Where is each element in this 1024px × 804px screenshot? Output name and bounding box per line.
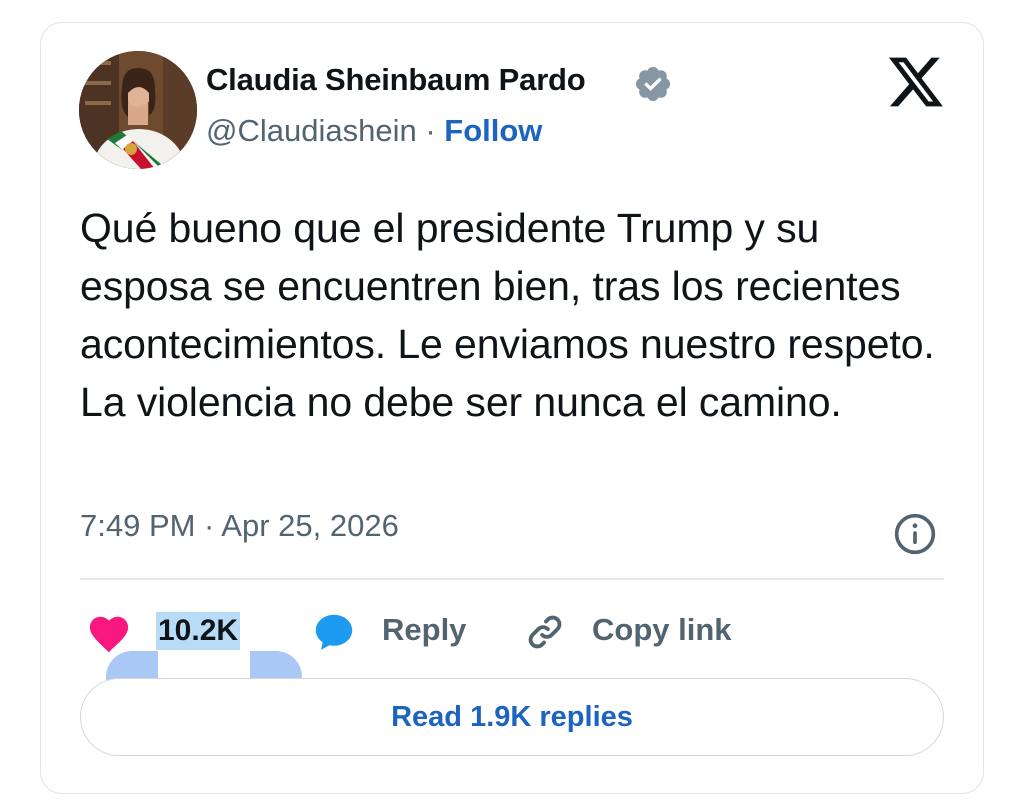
info-icon[interactable]: [893, 512, 937, 556]
verified-badge-icon: [635, 66, 671, 102]
read-replies-button[interactable]: Read 1.9K replies: [80, 678, 944, 756]
copy-link-button[interactable]: Copy link: [592, 612, 732, 648]
tweet-text: Qué bueno que el presidente Trump y su e…: [80, 205, 935, 425]
tweet-timestamp[interactable]: 7:49 PM · Apr 25, 2026: [80, 508, 399, 544]
heart-icon[interactable]: [86, 611, 132, 653]
divider: [80, 578, 944, 580]
handle-separator: ·: [416, 113, 445, 148]
reply-button[interactable]: Reply: [382, 612, 466, 648]
profile-photo: [79, 51, 197, 169]
follow-button[interactable]: Follow: [444, 113, 542, 148]
handle-row: @Claudiashein · Follow: [206, 113, 542, 149]
reply-bubble-icon[interactable]: [311, 609, 357, 655]
author-name[interactable]: Claudia Sheinbaum Pardo: [206, 62, 586, 98]
link-icon[interactable]: [522, 609, 568, 655]
avatar[interactable]: [79, 51, 197, 169]
like-count[interactable]: 10.2K: [156, 612, 241, 650]
author-handle[interactable]: @Claudiashein: [206, 113, 417, 148]
x-logo-icon[interactable]: [889, 57, 943, 107]
